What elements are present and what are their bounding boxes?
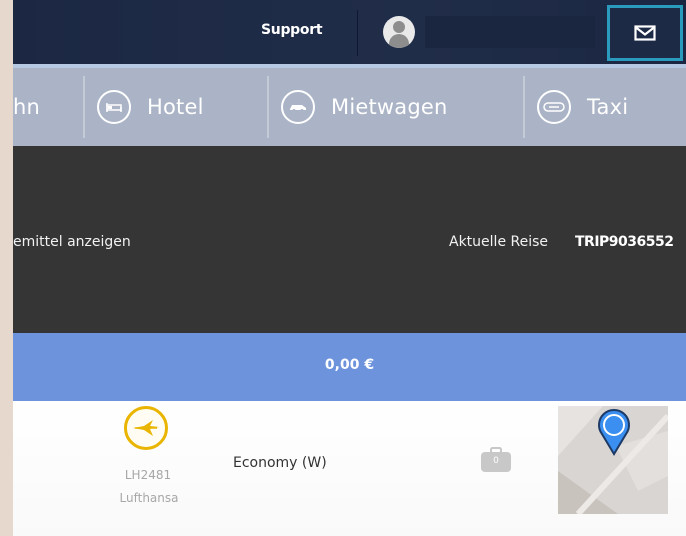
tab-train[interactable]: hn xyxy=(13,68,40,146)
avatar-body xyxy=(389,34,409,48)
bed-icon xyxy=(97,90,131,124)
user-avatar-icon[interactable] xyxy=(383,16,415,48)
tab-hotel-label: Hotel xyxy=(147,95,204,119)
crane-logo-icon xyxy=(124,406,168,450)
taxi-icon xyxy=(537,90,571,124)
avatar-head xyxy=(393,21,405,33)
baggage-count: 0 xyxy=(493,456,499,466)
booking-nav: hn Hotel Mietwagen Taxi xyxy=(13,64,686,146)
tab-rental-car[interactable]: Mietwagen xyxy=(281,68,448,146)
car-icon xyxy=(281,90,315,124)
cabin-class: Economy (W) xyxy=(233,455,327,471)
flight-card[interactable]: LH2481 Lufthansa Economy (W) 0 xyxy=(13,401,686,536)
tab-taxi[interactable]: Taxi xyxy=(537,68,628,146)
top-header: Support xyxy=(13,0,686,64)
mail-button[interactable] xyxy=(607,5,683,61)
tab-train-label: hn xyxy=(13,95,41,119)
envelope-icon xyxy=(634,25,656,41)
flight-number: LH2481 xyxy=(124,468,172,482)
show-transport-link[interactable]: emittel anzeigen xyxy=(13,234,131,250)
total-price: 0,00 € xyxy=(324,357,375,373)
map-pin-icon xyxy=(598,409,630,456)
tab-hotel[interactable]: Hotel xyxy=(97,68,204,146)
trip-info-panel: emittel anzeigen Aktuelle Reise TRIP9036… xyxy=(13,146,686,333)
current-trip-label: Aktuelle Reise xyxy=(449,234,549,250)
current-trip-id[interactable]: TRIP9036552 xyxy=(575,234,674,250)
tab-divider xyxy=(83,76,85,138)
header-divider xyxy=(357,10,358,56)
map-thumbnail[interactable] xyxy=(558,406,668,514)
tab-divider xyxy=(267,76,269,138)
airline-name: Lufthansa xyxy=(119,491,179,505)
app: Support hn Hotel Mietwagen Taxi emittel … xyxy=(13,0,686,536)
suitcase-icon: 0 xyxy=(479,447,513,473)
tab-divider xyxy=(523,76,525,138)
support-link[interactable]: Support xyxy=(261,22,323,38)
left-panel-edge xyxy=(0,0,13,536)
price-summary-bar: 0,00 € xyxy=(13,333,686,401)
tab-rental-car-label: Mietwagen xyxy=(331,95,448,119)
user-name-area[interactable] xyxy=(425,16,595,48)
tab-taxi-label: Taxi xyxy=(587,95,629,119)
